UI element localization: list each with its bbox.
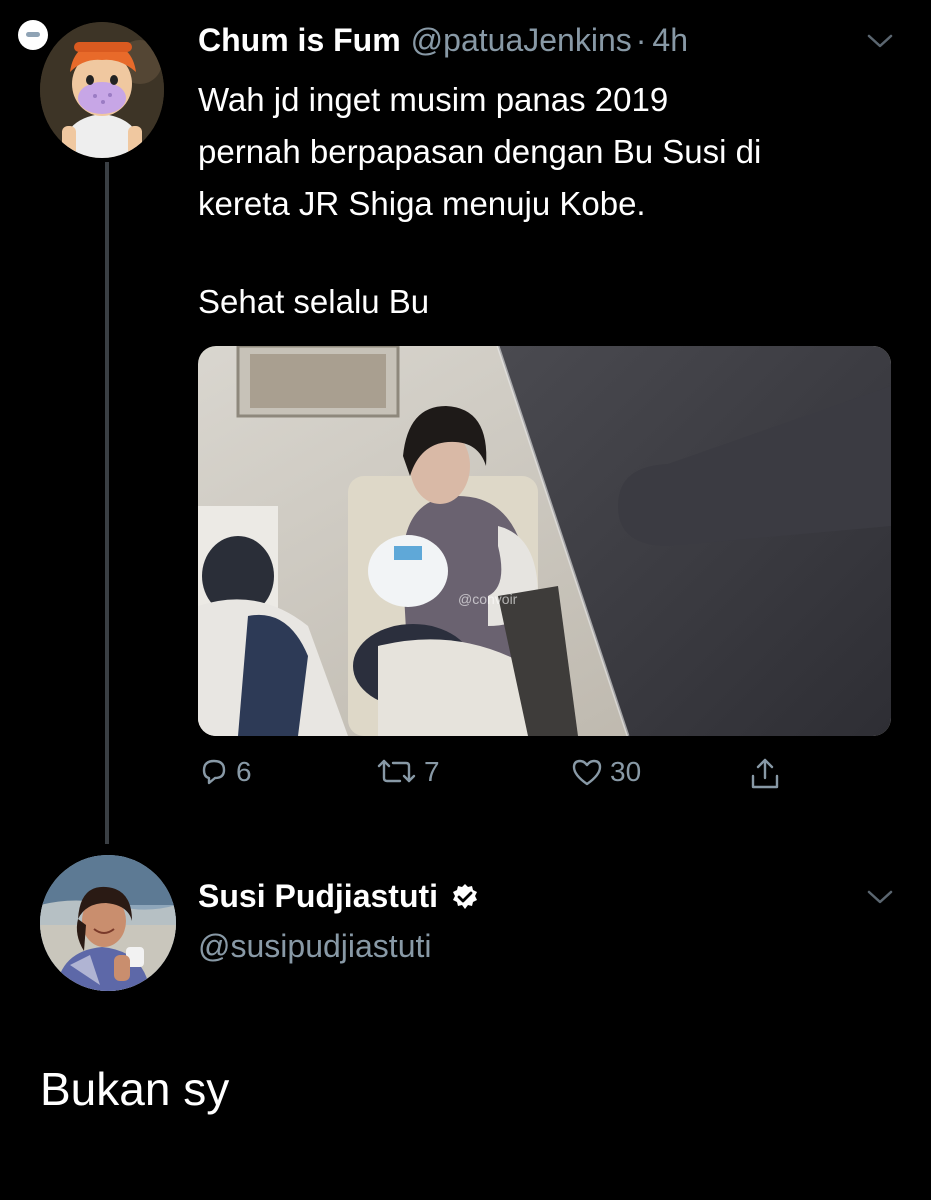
user-handle[interactable]: @susipudjiastuti	[198, 928, 431, 965]
reply-button[interactable]: 6	[198, 756, 252, 788]
share-button[interactable]	[748, 756, 782, 792]
like-count: 30	[610, 756, 642, 787]
media-watermark: @convoir	[458, 591, 518, 607]
share-upload-icon	[751, 758, 779, 789]
avatar[interactable]	[40, 855, 176, 991]
tweet-media-photo[interactable]: @convoir	[198, 346, 891, 736]
tweet-text: Wah jd inget musim panas 2019 pernah ber…	[198, 81, 762, 222]
chevron-down-icon[interactable]	[866, 888, 894, 906]
avatar[interactable]	[40, 22, 164, 158]
heart-icon	[572, 759, 602, 786]
reply-header: Susi Pudjiastuti	[198, 878, 480, 915]
tweet-timestamp[interactable]: 4h	[652, 22, 688, 59]
app-badge-icon	[18, 20, 48, 50]
chevron-down-icon[interactable]	[866, 32, 894, 50]
speech-bubble-icon	[202, 759, 226, 785]
retweet-count: 7	[424, 756, 440, 787]
verified-badge-icon	[453, 883, 478, 909]
thread-connector-line	[105, 162, 109, 844]
reply-count: 6	[236, 756, 252, 787]
like-button[interactable]: 30	[570, 756, 641, 788]
display-name[interactable]: Susi Pudjiastuti	[198, 878, 438, 915]
separator-dot: ·	[635, 22, 647, 58]
tweet-header: Chum is Fum @patuaJenkins · 4h	[198, 22, 688, 59]
user-handle[interactable]: @patuaJenkins	[411, 22, 632, 59]
reply-tweet-text: Bukan sy	[40, 1063, 230, 1115]
retweet-arrows-icon	[377, 759, 416, 783]
retweet-button[interactable]: 7	[376, 756, 440, 788]
display-name[interactable]: Chum is Fum	[198, 22, 401, 59]
tweet-actions: 6 7 30	[198, 756, 818, 804]
tweet-text-secondary: Sehat selalu Bu	[198, 283, 430, 320]
